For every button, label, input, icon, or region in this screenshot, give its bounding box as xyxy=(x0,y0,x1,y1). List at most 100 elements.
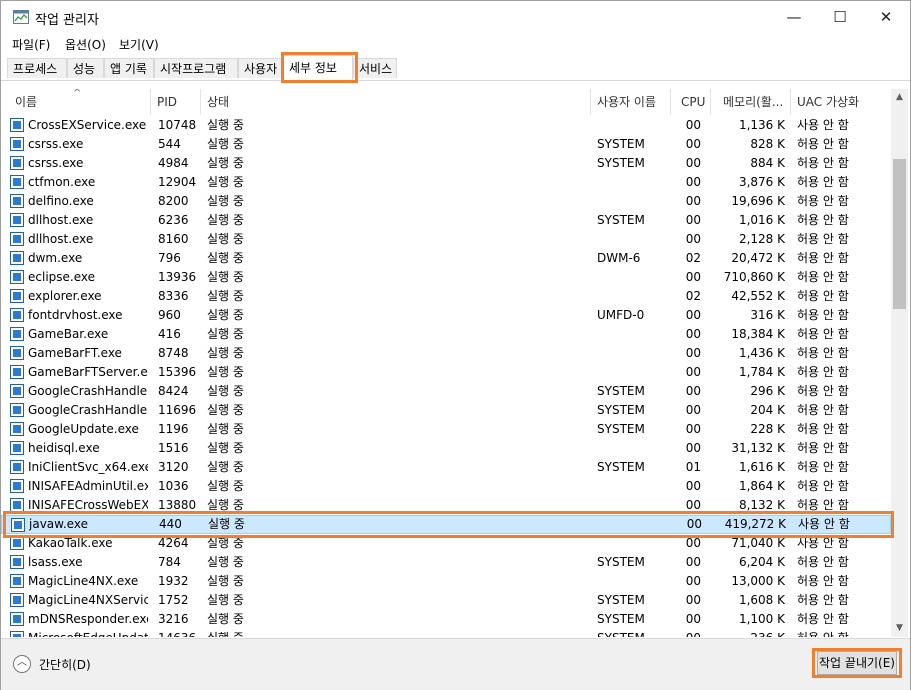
chevron-up-icon[interactable]: ︿ xyxy=(13,655,31,673)
table-row[interactable]: GameBarFTServer.exe 15396 실행 중 00 1,784 K 허용 … xyxy=(1,363,891,382)
process-uac: 허용 안 함 xyxy=(797,384,849,398)
vertical-scrollbar[interactable]: ▲ ▼ xyxy=(891,89,908,637)
process-user: SYSTEM xyxy=(597,460,645,474)
process-icon xyxy=(10,403,24,417)
table-row[interactable]: MicrosoftEdgeUpdat... 14636 실행 중 SYSTEM 00 23… xyxy=(1,629,891,637)
column-header-name[interactable]: 이름 xyxy=(9,89,151,115)
table-row[interactable]: INISAFECrossWebEX... 13880 실행 중 00 8,132 K 허용… xyxy=(1,496,891,515)
scroll-thumb[interactable] xyxy=(893,159,906,309)
end-task-button[interactable]: 작업 끝내기(E) xyxy=(817,651,897,675)
tab-services[interactable]: 서비스 xyxy=(353,58,397,78)
column-header-status[interactable]: 상태 xyxy=(201,89,591,115)
table-row[interactable]: GameBarFT.exe 8748 실행 중 00 1,436 K 허용 안 함 xyxy=(1,344,891,363)
table-row[interactable]: dllhost.exe 8160 실행 중 00 2,128 K 허용 안 함 xyxy=(1,230,891,249)
process-icon xyxy=(10,441,24,455)
process-memory: 419,272 K xyxy=(724,517,786,531)
tab-details[interactable]: 세부 정보 xyxy=(283,55,353,81)
fewer-details-link[interactable]: 간단히(D) xyxy=(39,656,91,673)
process-cpu: 01 xyxy=(685,460,701,474)
column-header-memory[interactable]: 메모리(활... xyxy=(711,89,791,115)
process-cpu: 02 xyxy=(685,251,701,265)
process-user: SYSTEM xyxy=(597,137,645,151)
column-header-uac[interactable]: UAC 가상화 xyxy=(791,89,891,115)
table-row[interactable]: ctfmon.exe 12904 실행 중 00 3,876 K 허용 안 함 xyxy=(1,173,891,192)
process-cpu: 00 xyxy=(685,536,701,550)
process-memory: 1,608 K xyxy=(738,593,785,607)
process-cpu: 00 xyxy=(685,308,701,322)
table-row[interactable]: delfino.exe 8200 실행 중 00 19,696 K 허용 안 함 xyxy=(1,192,891,211)
process-cpu: 00 xyxy=(685,441,701,455)
process-icon xyxy=(10,479,24,493)
process-name: CrossEXService.exe xyxy=(28,118,147,132)
process-cpu: 00 xyxy=(685,574,701,588)
process-icon xyxy=(10,175,24,189)
table-row[interactable]: GameBar.exe 416 실행 중 00 18,384 K 허용 안 함 xyxy=(1,325,891,344)
table-row[interactable]: dllhost.exe 6236 실행 중 SYSTEM 00 1,016 K 허용 안 함 xyxy=(1,211,891,230)
process-cpu: 00 xyxy=(685,346,701,360)
process-cpu: 00 xyxy=(685,175,701,189)
table-row[interactable]: eclipse.exe 13936 실행 중 00 710,860 K 허용 안 함 xyxy=(1,268,891,287)
process-memory: 1,100 K xyxy=(738,612,785,626)
process-icon xyxy=(10,574,24,588)
process-cpu: 00 xyxy=(685,118,701,132)
table-row[interactable]: mDNSResponder.exe 3216 실행 중 SYSTEM 00 1,100 K… xyxy=(1,610,891,629)
process-status: 실행 중 xyxy=(207,232,244,246)
tab-processes[interactable]: 프로세스 xyxy=(7,58,67,78)
table-row[interactable]: GoogleCrashHandler... 8424 실행 중 SYSTEM 00 296… xyxy=(1,382,891,401)
table-row[interactable]: MagicLine4NX.exe 1932 실행 중 00 13,000 K 허용 안 함 xyxy=(1,572,891,591)
process-status: 실행 중 xyxy=(208,517,245,531)
maximize-button[interactable]: ☐ xyxy=(817,1,863,33)
process-status: 실행 중 xyxy=(207,555,244,569)
tab-app-history[interactable]: 앱 기록 xyxy=(104,58,154,78)
process-icon xyxy=(10,346,24,360)
table-row[interactable]: GoogleUpdate.exe 1196 실행 중 SYSTEM 00 228 K 허용 … xyxy=(1,420,891,439)
menu-options[interactable]: 옵션(O) xyxy=(65,36,106,53)
process-name: GameBarFTServer.exe xyxy=(28,365,148,379)
table-row[interactable]: fontdrvhost.exe 960 실행 중 UMFD-0 00 316 K 허용 안 … xyxy=(1,306,891,325)
menu-bar: 파일(F) 옵션(O) 보기(V) xyxy=(1,33,910,55)
process-pid: 10748 xyxy=(158,118,197,132)
table-row[interactable]: csrss.exe 544 실행 중 SYSTEM 00 828 K 허용 안 함 xyxy=(1,135,891,154)
column-header-pid[interactable]: PID xyxy=(151,89,201,115)
process-name: GoogleUpdate.exe xyxy=(28,422,139,436)
tab-users[interactable]: 사용자 xyxy=(238,58,283,78)
process-cpu: 00 xyxy=(685,384,701,398)
process-memory: 19,696 K xyxy=(731,194,785,208)
close-button[interactable]: ✕ xyxy=(863,1,909,33)
process-cpu: 00 xyxy=(685,194,701,208)
tab-performance[interactable]: 성능 xyxy=(67,58,104,78)
scroll-down-arrow-icon[interactable]: ▼ xyxy=(891,620,908,637)
table-row[interactable]: IniClientSvc_x64.exe 3120 실행 중 SYSTEM 01 1,61… xyxy=(1,458,891,477)
process-icon xyxy=(10,498,24,512)
table-row[interactable]: javaw.exe 440 실행 중 00 419,272 K 사용 안 함 xyxy=(1,515,891,534)
process-name: KakaoTalk.exe xyxy=(28,536,113,550)
scroll-up-arrow-icon[interactable]: ▲ xyxy=(891,89,908,106)
column-header-cpu[interactable]: CPU xyxy=(671,89,711,115)
process-user: DWM-6 xyxy=(597,251,641,265)
table-row[interactable]: CrossEXService.exe 10748 실행 중 00 1,136 K 사용 안… xyxy=(1,116,891,135)
tab-startup[interactable]: 시작프로그램 xyxy=(154,58,238,78)
process-uac: 허용 안 함 xyxy=(797,629,887,637)
window-title: 작업 관리자 xyxy=(35,13,99,28)
minimize-button[interactable]: — xyxy=(771,1,817,33)
process-icon xyxy=(10,251,24,265)
table-row[interactable]: csrss.exe 4984 실행 중 SYSTEM 00 884 K 허용 안 함 xyxy=(1,154,891,173)
table-row[interactable]: INISAFEAdminUtil.exe 1036 실행 중 00 1,864 K 허용 … xyxy=(1,477,891,496)
menu-view[interactable]: 보기(V) xyxy=(119,36,159,53)
process-name: csrss.exe xyxy=(28,137,84,151)
menu-file[interactable]: 파일(F) xyxy=(12,36,50,53)
table-row[interactable]: MagicLine4NXServic... 1752 실행 중 SYSTEM 00 1,6… xyxy=(1,591,891,610)
column-header-user[interactable]: 사용자 이름 xyxy=(591,89,671,115)
table-row[interactable]: explorer.exe 8336 실행 중 02 42,552 K 허용 안 함 xyxy=(1,287,891,306)
process-status: 실행 중 xyxy=(207,289,244,303)
process-memory: 710,860 K xyxy=(723,270,785,284)
process-pid: 1036 xyxy=(158,479,189,493)
table-row[interactable]: heidisql.exe 1516 실행 중 00 31,132 K 허용 안 함 xyxy=(1,439,891,458)
process-icon xyxy=(10,137,24,151)
task-manager-window: 작업 관리자 — ☐ ✕ 파일(F) 옵션(O) 보기(V) 프로세스 성능 앱… xyxy=(0,0,911,690)
process-status: 실행 중 xyxy=(207,403,244,417)
table-row[interactable]: dwm.exe 796 실행 중 DWM-6 02 20,472 K 허용 안 함 xyxy=(1,249,891,268)
table-row[interactable]: GoogleCrashHandler... 11696 실행 중 SYSTEM 00 20… xyxy=(1,401,891,420)
table-row[interactable]: KakaoTalk.exe 4264 실행 중 00 71,040 K 사용 안 함 xyxy=(1,534,891,553)
table-row[interactable]: lsass.exe 784 실행 중 SYSTEM 00 6,204 K 허용 안 함 xyxy=(1,553,891,572)
